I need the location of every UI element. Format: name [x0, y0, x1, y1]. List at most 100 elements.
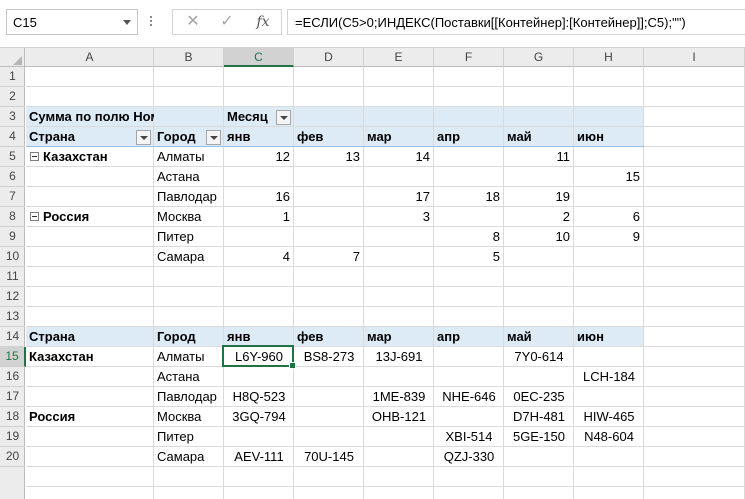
pivot-value-cell[interactable] [364, 227, 434, 247]
pivot-value-cell[interactable]: 14 [364, 147, 434, 167]
container-cell[interactable]: AEV-111 [224, 447, 294, 467]
container-cell[interactable] [224, 367, 294, 387]
container-cell[interactable]: LCH-184 [574, 367, 644, 387]
row-header-6[interactable]: 6 [0, 167, 25, 187]
container-cell[interactable] [504, 367, 574, 387]
pivot-value-cell[interactable] [294, 167, 364, 187]
container-cell[interactable] [224, 427, 294, 447]
pivot-value-cell[interactable] [434, 147, 504, 167]
column-header-c[interactable]: C [224, 48, 294, 67]
pivot-value-cell[interactable] [224, 167, 294, 187]
container-cell[interactable]: D7H-481 [504, 407, 574, 427]
container-cell[interactable]: H8Q-523 [224, 387, 294, 407]
pivot-value-cell[interactable]: 11 [504, 147, 574, 167]
collapse-icon[interactable] [30, 212, 39, 221]
row-header-10[interactable]: 10 [0, 247, 25, 267]
pivot-value-cell[interactable] [574, 147, 644, 167]
pivot-value-cell[interactable]: 10 [504, 227, 574, 247]
pivot-value-cell[interactable] [294, 227, 364, 247]
column-header-i[interactable]: I [644, 48, 745, 67]
pivot-value-cell[interactable]: 2 [504, 207, 574, 227]
container-cell[interactable] [364, 447, 434, 467]
container-cell[interactable]: 0EC-235 [504, 387, 574, 407]
container-cell[interactable] [434, 367, 504, 387]
column-header-d[interactable]: D [294, 48, 364, 67]
pivot-value-cell[interactable]: 6 [574, 207, 644, 227]
container-cell[interactable]: N48-604 [574, 427, 644, 447]
row-header-1[interactable]: 1 [0, 67, 25, 87]
container-cell[interactable] [434, 407, 504, 427]
pivot-value-cell[interactable] [294, 187, 364, 207]
container-cell[interactable]: 7Y0-614 [504, 347, 574, 367]
pivot-value-cell[interactable]: 12 [224, 147, 294, 167]
pivot-value-cell[interactable]: 18 [434, 187, 504, 207]
pivot-value-cell[interactable] [364, 167, 434, 187]
column-header-h[interactable]: H [574, 48, 644, 67]
pivot-value-cell[interactable] [364, 247, 434, 267]
pivot-value-cell[interactable]: 7 [294, 247, 364, 267]
row-header-18[interactable]: 18 [0, 407, 25, 427]
pivot-value-cell[interactable]: 16 [224, 187, 294, 207]
insert-function-button[interactable]: fx [249, 12, 277, 32]
row-header-20[interactable]: 20 [0, 447, 25, 467]
pivot-value-cell[interactable] [504, 247, 574, 267]
row-header-16[interactable]: 16 [0, 367, 25, 387]
pivot-value-cell[interactable] [294, 207, 364, 227]
collapse-icon[interactable] [30, 152, 39, 161]
pivot-value-cell[interactable]: 4 [224, 247, 294, 267]
resize-handle-icon[interactable] [149, 14, 153, 30]
container-cell[interactable]: OHB-121 [364, 407, 434, 427]
row-header-7[interactable]: 7 [0, 187, 25, 207]
row-header-19[interactable]: 19 [0, 427, 25, 447]
check-icon[interactable]: ✓ [213, 12, 241, 32]
worksheet-grid[interactable]: Сумма по полю Ном Месяц Страна Город янв фев м… [26, 67, 745, 499]
column-header-g[interactable]: G [504, 48, 574, 67]
name-box[interactable]: C15 [6, 9, 138, 35]
container-cell[interactable] [294, 367, 364, 387]
container-cell[interactable] [364, 367, 434, 387]
container-cell[interactable] [504, 447, 574, 467]
pivot-value-cell[interactable]: 5 [434, 247, 504, 267]
cancel-icon[interactable]: ✕ [179, 12, 207, 32]
row-header-17[interactable]: 17 [0, 387, 25, 407]
pivot-value-cell[interactable]: 15 [574, 167, 644, 187]
container-cell[interactable]: 3GQ-794 [224, 407, 294, 427]
row-header-12[interactable]: 12 [0, 287, 25, 307]
container-cell[interactable]: 1ME-839 [364, 387, 434, 407]
pivot-value-cell[interactable] [224, 227, 294, 247]
pivot-value-cell[interactable]: 17 [364, 187, 434, 207]
column-header-e[interactable]: E [364, 48, 434, 67]
container-cell[interactable] [574, 347, 644, 367]
container-cell[interactable] [574, 387, 644, 407]
container-cell[interactable] [294, 407, 364, 427]
container-cell[interactable]: QZJ-330 [434, 447, 504, 467]
pivot-value-cell[interactable] [504, 167, 574, 187]
row-header-14[interactable]: 14 [0, 327, 25, 347]
container-cell[interactable]: 13J-691 [364, 347, 434, 367]
pivot-value-cell[interactable]: 9 [574, 227, 644, 247]
container-cell[interactable]: NHE-646 [434, 387, 504, 407]
pivot-value-cell[interactable] [574, 247, 644, 267]
row-header-4[interactable]: 4 [0, 127, 25, 147]
column-header-f[interactable]: F [434, 48, 504, 67]
pivot-value-cell[interactable] [574, 187, 644, 207]
row-header-2[interactable]: 2 [0, 87, 25, 107]
formula-input[interactable]: =ЕСЛИ(C5>0;ИНДЕКС(Поставки[[Контейнер]:[… [287, 9, 745, 35]
row-header-13[interactable]: 13 [0, 307, 25, 327]
container-cell[interactable]: HIW-465 [574, 407, 644, 427]
column-header-b[interactable]: B [154, 48, 224, 67]
container-cell[interactable] [364, 427, 434, 447]
row-header-15[interactable]: 15 [0, 347, 26, 367]
select-all-button[interactable] [0, 48, 25, 67]
container-cell[interactable] [294, 387, 364, 407]
column-header-a[interactable]: A [26, 48, 154, 67]
row-header-5[interactable]: 5 [0, 147, 25, 167]
container-cell[interactable]: 70U-145 [294, 447, 364, 467]
filter-dropdown-icon[interactable] [136, 130, 151, 145]
row-header-11[interactable]: 11 [0, 267, 25, 287]
chevron-down-icon[interactable] [123, 20, 131, 25]
pivot-value-cell[interactable] [434, 207, 504, 227]
pivot-value-cell[interactable] [434, 167, 504, 187]
pivot-value-cell[interactable]: 19 [504, 187, 574, 207]
container-cell[interactable] [294, 427, 364, 447]
